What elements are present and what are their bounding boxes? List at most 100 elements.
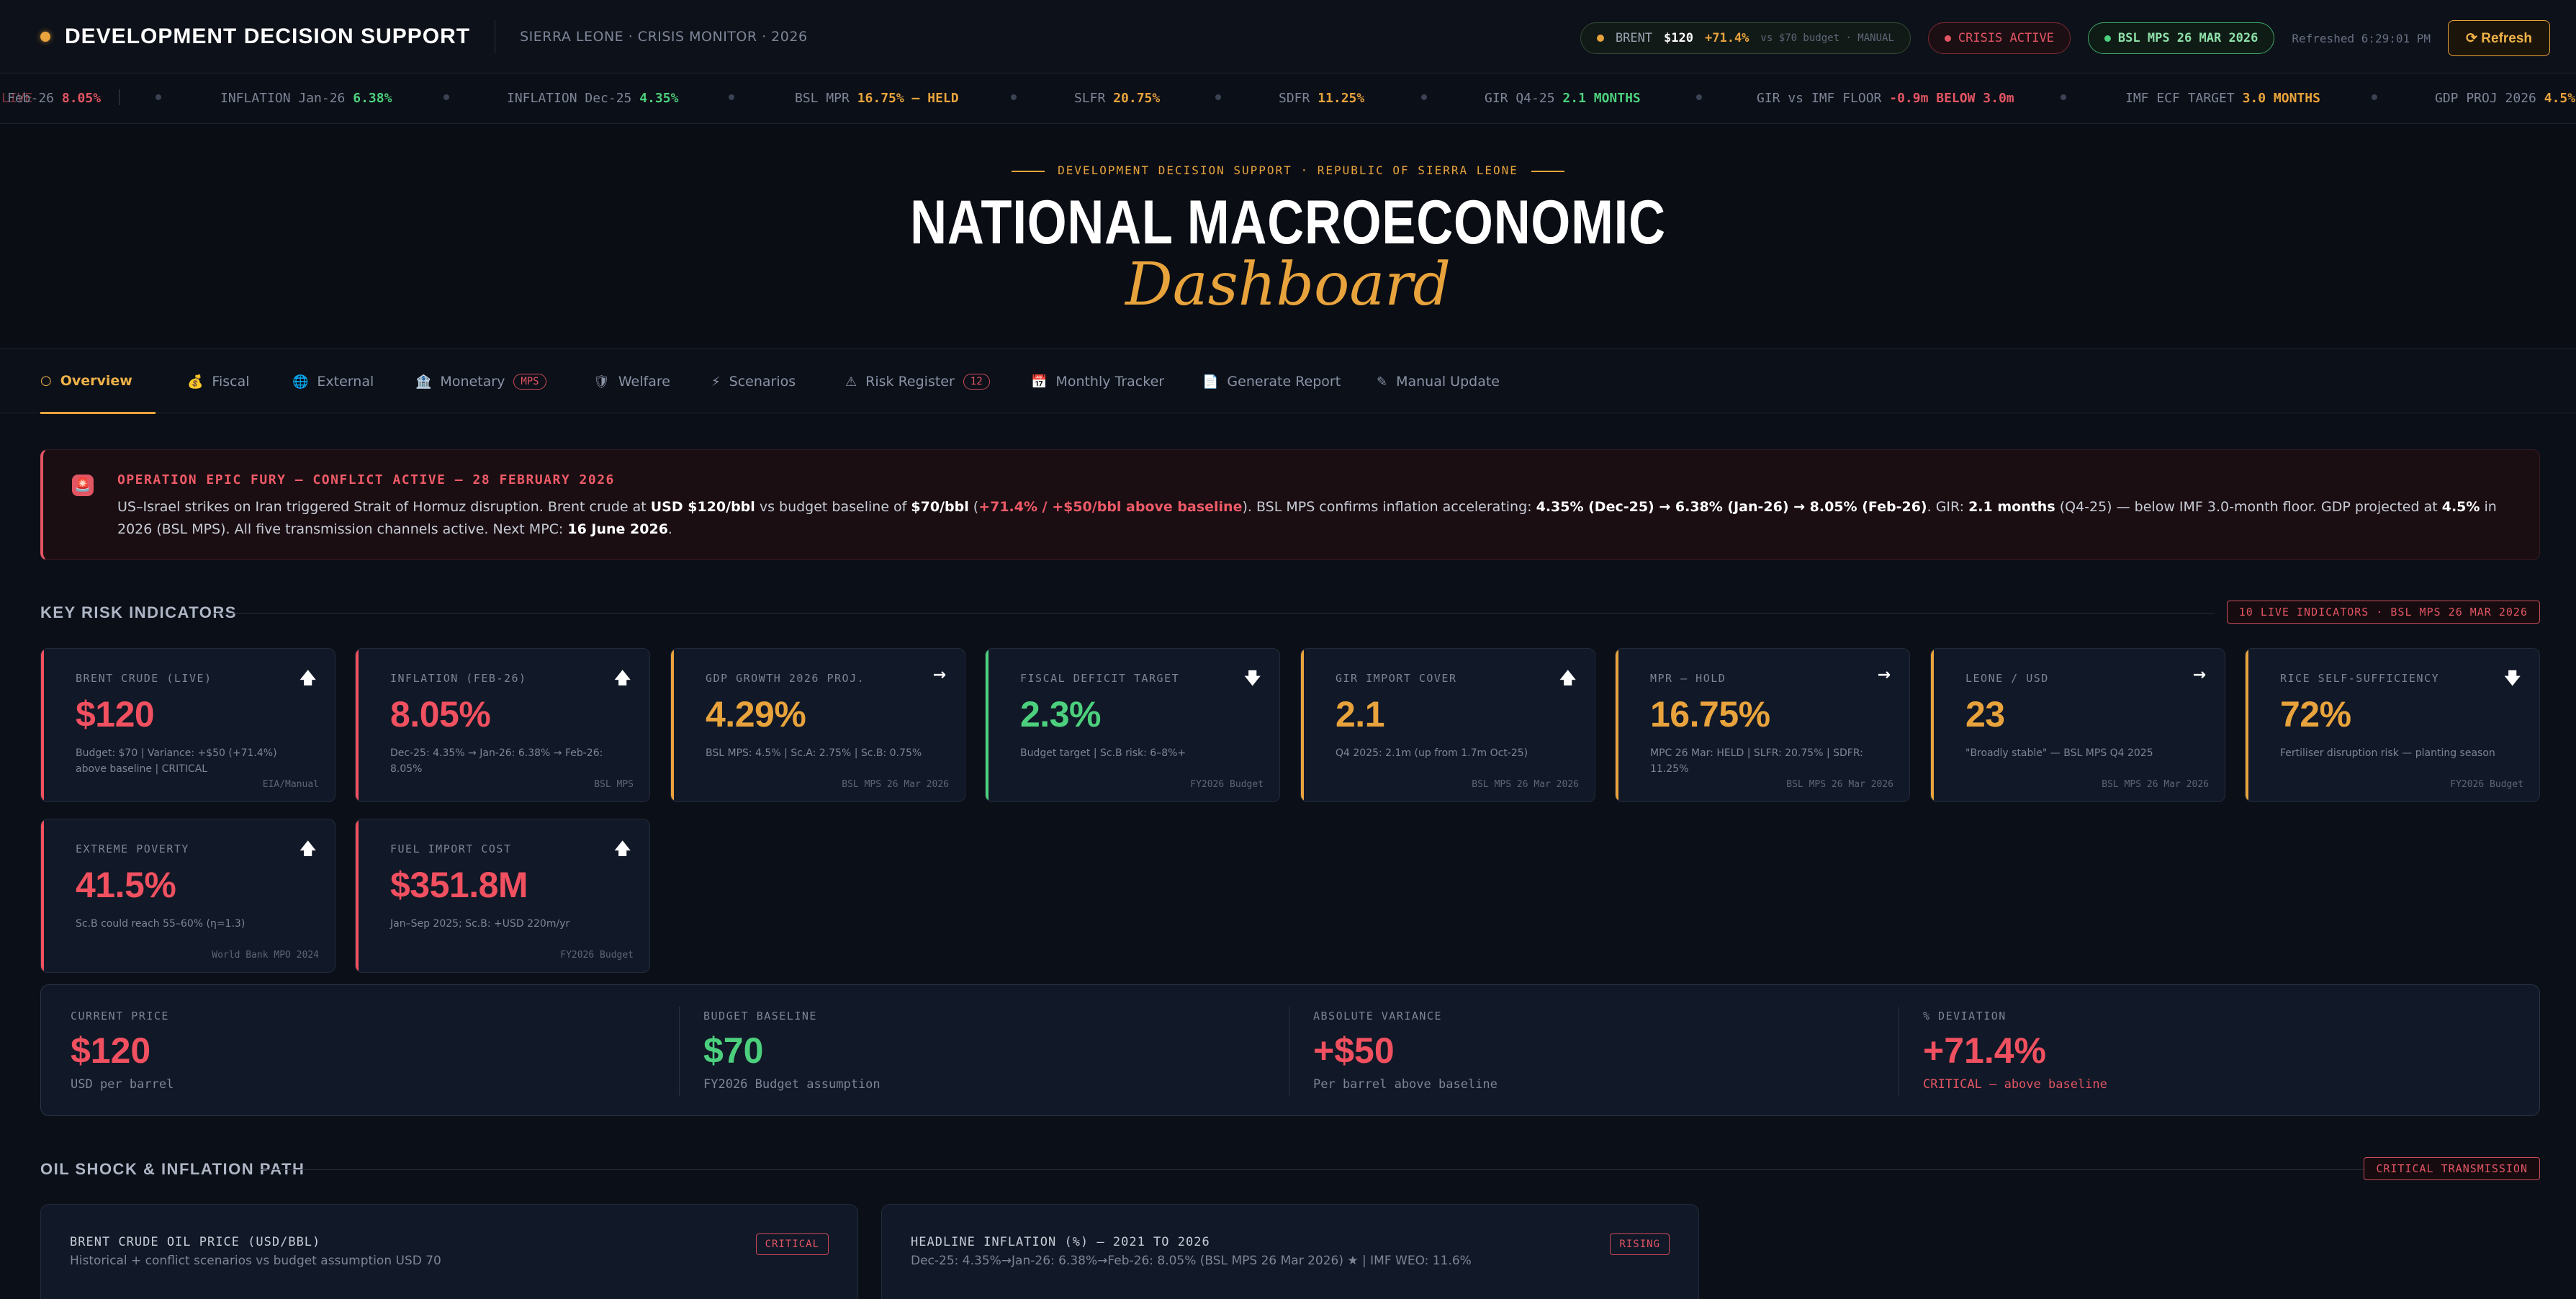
kri-card[interactable]: INFLATION (FEB-26) 🡅 8.05% Dec-25: 4.35% → … bbox=[355, 648, 650, 802]
kri-section-header: KEY RISK INDICATORS 10 LIVE INDICATORS ·… bbox=[40, 601, 2540, 624]
bsl-label: BSL MPS 26 MAR 2026 bbox=[2117, 31, 2258, 45]
ticker-value: 2.1 MONTHS bbox=[1562, 91, 1641, 106]
kri-card[interactable]: MPR — HOLD → 16.75% MPC 26 Mar: HELD | SLFR… bbox=[1615, 648, 1910, 802]
tab-label: Generate Report bbox=[1227, 374, 1341, 390]
bsl-dot-icon bbox=[2104, 35, 2111, 42]
card-accent-bar bbox=[356, 649, 359, 801]
inflation-chart-panel: HEADLINE INFLATION (%) — 2021 TO 2026 De… bbox=[881, 1204, 1699, 1299]
kri-card[interactable]: GIR IMPORT COVER 🡅 2.1 Q4 2025: 2.1m (up fr… bbox=[1300, 648, 1595, 802]
brent-dot-icon bbox=[1596, 35, 1604, 42]
tab-external[interactable]: 🌐 External bbox=[292, 349, 374, 414]
section-divider bbox=[260, 1169, 2377, 1170]
tab-welfare[interactable]: 🛡 Welfare bbox=[593, 349, 670, 414]
ticker-label: Feb-26 bbox=[7, 91, 55, 106]
tab-icon: ✎ bbox=[1377, 374, 1388, 390]
kri-card[interactable]: RICE SELF-SUFFICIENCY 🡇 72% Fertiliser disr… bbox=[2245, 648, 2540, 802]
tab-monthly-tracker[interactable]: 📅 Monthly Tracker bbox=[1031, 349, 1164, 414]
tab-label: Welfare bbox=[618, 374, 670, 390]
card-label: BRENT CRUDE (LIVE) bbox=[76, 672, 212, 685]
ticker-dot-icon bbox=[443, 94, 449, 100]
refresh-button[interactable]: ⟳ Refresh bbox=[2448, 20, 2550, 56]
bsl-mps-pill[interactable]: BSL MPS 26 MAR 2026 bbox=[2087, 22, 2275, 54]
tab-fiscal[interactable]: 💰 Fiscal bbox=[187, 349, 250, 414]
tab-manual-update[interactable]: ✎ Manual Update bbox=[1377, 349, 1500, 414]
ticker-value: 4.5% bbox=[2544, 91, 2576, 106]
card-accent-bar bbox=[41, 649, 44, 801]
ticker-item: SDFR 11.25% bbox=[1279, 91, 1364, 106]
card-source: EIA/Manual bbox=[262, 779, 319, 790]
card-accent-bar bbox=[1931, 649, 1934, 801]
ticker-dot-icon bbox=[1011, 94, 1017, 100]
tab-label: Fiscal bbox=[212, 374, 250, 390]
stat-value: $120 bbox=[71, 1030, 151, 1071]
card-source: BSL MPS 26 Mar 2026 bbox=[842, 779, 949, 790]
kri-card[interactable]: FUEL IMPORT COST 🡅 $351.8M Jan–Sep 2025; Sc… bbox=[355, 819, 650, 973]
alert-text: . bbox=[667, 521, 672, 537]
brent-chart-panel: BRENT CRUDE OIL PRICE (USD/BBL) Historic… bbox=[40, 1204, 858, 1299]
tab-bar: ○ Overview 💰 Fiscal 🌐 External 🏦 Monetary MPS 🛡 We… bbox=[0, 349, 2576, 414]
trend-arrow-icon: 🡇 bbox=[2504, 670, 2521, 688]
card-label: EXTREME POVERTY bbox=[76, 842, 189, 855]
tab-label: Manual Update bbox=[1396, 374, 1500, 390]
kri-card[interactable]: FISCAL DEFICIT TARGET 🡇 2.3% Budget target … bbox=[985, 648, 1280, 802]
brent-label: BRENT bbox=[1615, 31, 1653, 45]
alert-variance: +71.4% / +$50/bbl above baseline bbox=[978, 499, 1243, 515]
hero: DEVELOPMENT DECISION SUPPORT · REPUBLIC … bbox=[0, 124, 2576, 349]
alert-text: ). BSL MPS confirms inflation accelerati… bbox=[1242, 499, 1536, 515]
ticker-value: -0.9m BELOW 3.0m bbox=[1889, 91, 2014, 106]
tab-risk-register[interactable]: ⚠ Risk Register 12 bbox=[845, 349, 990, 414]
brand-subtitle: SIERRA LEONE · CRISIS MONITOR · 2026 bbox=[520, 28, 808, 45]
tab-badge: MPS bbox=[513, 374, 546, 390]
ticker-dot-icon bbox=[2372, 94, 2377, 100]
card-accent-bar bbox=[671, 649, 674, 801]
card-value: 2.3% bbox=[1020, 694, 1101, 734]
stat-caption: Per barrel above baseline bbox=[1313, 1077, 1498, 1092]
card-value: 16.75% bbox=[1650, 694, 1770, 734]
status-badge: RISING bbox=[1610, 1233, 1670, 1255]
tab-label: Scenarios bbox=[729, 374, 796, 390]
ticker-value: 20.75% bbox=[1113, 91, 1161, 106]
tab-monetary[interactable]: 🏦 Monetary MPS bbox=[415, 349, 546, 414]
card-source: World Bank MPO 2024 bbox=[212, 950, 319, 961]
ticker-item: BSL MPR 16.75% — HELD bbox=[795, 91, 959, 106]
card-source: FY2026 Budget bbox=[560, 950, 634, 961]
trend-arrow-icon: 🡅 bbox=[614, 670, 631, 688]
crisis-label: CRISIS ACTIVE bbox=[1958, 31, 2054, 45]
hero-eyebrow: DEVELOPMENT DECISION SUPPORT · REPUBLIC … bbox=[0, 163, 2576, 177]
kri-card[interactable]: LEONE / USD → 23 "Broadly stable" — BSL MPS… bbox=[1930, 648, 2225, 802]
ticker-label: INFLATION Jan-26 bbox=[220, 91, 346, 106]
tab-scenarios[interactable]: ⚡ Scenarios bbox=[711, 349, 796, 414]
card-note: Sc.B could reach 55–60% (η=1.3) bbox=[76, 918, 246, 930]
section-title: KEY RISK INDICATORS bbox=[40, 603, 237, 621]
card-note: Fertiliser disruption risk — planting se… bbox=[2280, 747, 2495, 759]
page-title: NATIONAL MACROECONOMIC bbox=[910, 188, 1666, 257]
alert-text: (Q4-25) — below IMF 3.0-month floor. GDP… bbox=[2055, 499, 2442, 515]
tab-generate-report[interactable]: 📄 Generate Report bbox=[1202, 349, 1341, 414]
alert-inflation-path: 4.35% (Dec-25) → 6.38% (Jan-26) → 8.05% … bbox=[1536, 499, 1927, 515]
tab-icon: 🛡 bbox=[593, 374, 610, 390]
card-accent-bar bbox=[356, 819, 359, 972]
brent-price-pill[interactable]: BRENT $120 +71.4% vs $70 budget · MANUAL bbox=[1580, 22, 1911, 54]
tab-overview[interactable]: ○ Overview bbox=[40, 349, 156, 414]
trend-arrow-icon: 🡅 bbox=[1559, 670, 1576, 688]
card-source: BSL MPS 26 Mar 2026 bbox=[1472, 779, 1579, 790]
panel-subtitle: Dec-25: 4.35%→Jan-26: 6.38%→Feb-26: 8.05… bbox=[911, 1254, 1472, 1268]
card-value: 2.1 bbox=[1336, 694, 1385, 734]
stat-value: +71.4% bbox=[1923, 1030, 2046, 1071]
panel-subtitle: Historical + conflict scenarios vs budge… bbox=[70, 1254, 441, 1268]
refreshed-timestamp: Refreshed 6:29:01 PM bbox=[2292, 31, 2431, 45]
card-label: GIR IMPORT COVER bbox=[1336, 672, 1457, 685]
stat-caption: CRITICAL — above baseline bbox=[1923, 1077, 2107, 1092]
card-value: $120 bbox=[76, 694, 155, 734]
kri-card[interactable]: BRENT CRUDE (LIVE) 🡅 $120 Budget: $70 | Var… bbox=[40, 648, 335, 802]
alert-text: US–Israel strikes on Iran triggered Stra… bbox=[117, 499, 651, 515]
alert-next-mpc: 16 June 2026 bbox=[567, 521, 668, 537]
kri-card[interactable]: GDP GROWTH 2026 PROJ. → 4.29% BSL MPS: 4.5%… bbox=[670, 648, 965, 802]
alert-title: OPERATION EPIC FURY — CONFLICT ACTIVE — … bbox=[117, 472, 615, 487]
tab-icon: ⚡ bbox=[711, 374, 721, 390]
ticker-divider bbox=[119, 89, 120, 105]
kri-card[interactable]: EXTREME POVERTY 🡅 41.5% Sc.B could reach 55… bbox=[40, 819, 335, 973]
crisis-status-pill[interactable]: CRISIS ACTIVE bbox=[1927, 22, 2071, 54]
panel-title: BRENT CRUDE OIL PRICE (USD/BBL) bbox=[70, 1235, 321, 1249]
stat-label: % DEVIATION bbox=[1923, 1010, 2007, 1022]
